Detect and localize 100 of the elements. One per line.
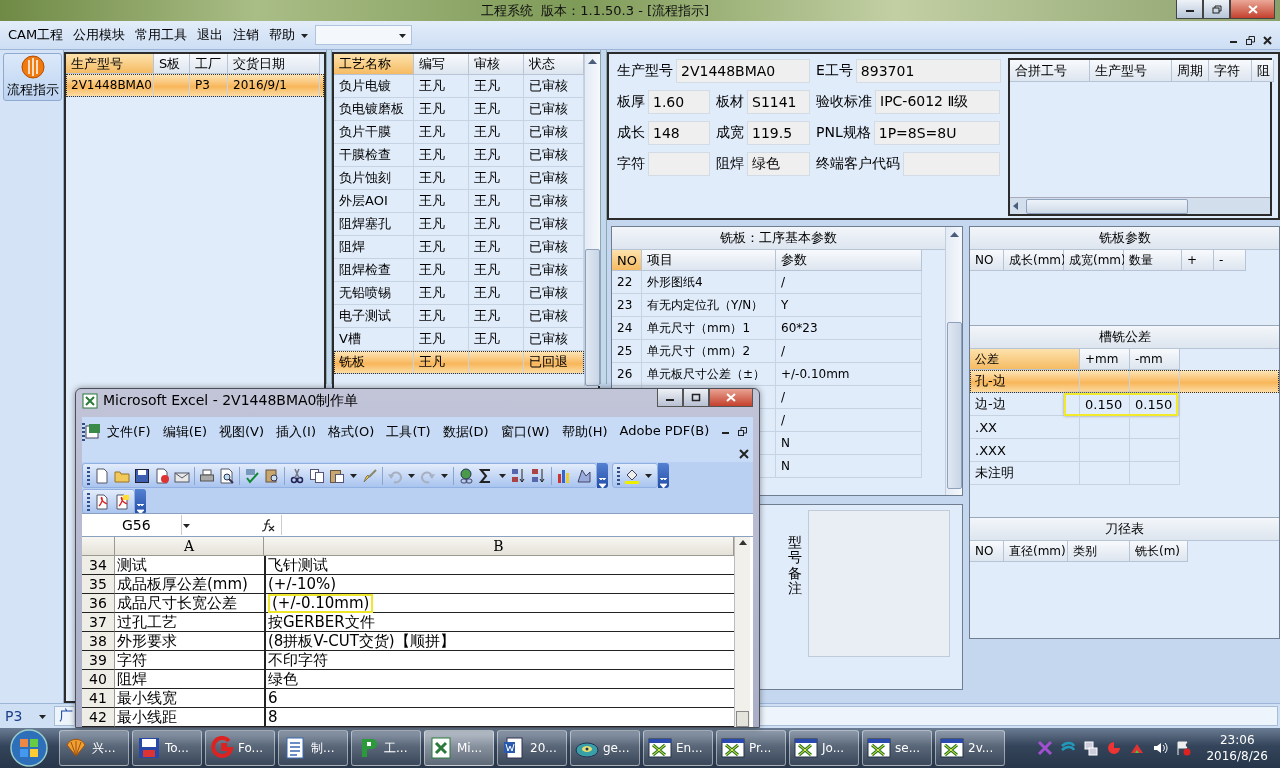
copy-icon[interactable] [309,467,325,484]
caret-icon[interactable] [644,472,653,480]
close-button[interactable] [709,389,753,407]
maximize-button[interactable] [683,389,709,407]
row-header[interactable]: 36 [82,594,115,613]
sort-descending-icon[interactable] [531,467,547,484]
table-row[interactable]: 外层AOI 王凡 王凡 已审核 [334,190,584,213]
remarks-field[interactable] [808,510,950,657]
caret-icon[interactable] [407,472,416,480]
paste-icon[interactable] [329,467,345,484]
table-row[interactable]: 孔-边 [970,370,1279,393]
toolbar-grip[interactable] [87,466,90,485]
taskbar-button[interactable]: 2v... [935,730,1005,766]
row-header[interactable]: 35 [82,575,115,594]
taskbar-button[interactable]: To... [132,730,202,766]
menu-item[interactable]: 帮助 [264,24,301,46]
app-icon[interactable] [1106,740,1123,756]
menu-caret-icon[interactable] [300,31,310,39]
column-header[interactable]: 阻 [1252,60,1274,82]
close-icon[interactable] [1263,36,1272,45]
table-row[interactable]: 无铅喷锡 王凡 王凡 已审核 [334,282,584,305]
column-header[interactable]: 铣长(m) [1130,541,1188,562]
clock-date[interactable]: 2016/8/26 [1206,748,1268,764]
toolbar-grip[interactable] [82,422,85,441]
taskbar-button[interactable]: Pr... [716,730,786,766]
taskbar-button[interactable]: se... [862,730,932,766]
text-field[interactable]: IPC-6012 Ⅱ级 [875,90,1000,114]
taskbar-button[interactable]: Jo... [789,730,859,766]
research-icon[interactable] [264,467,280,484]
text-field[interactable]: 148 [648,121,710,145]
column-header[interactable]: 生产型号 [66,54,154,74]
menu-item[interactable]: 工具(T) [380,422,437,441]
menu-item[interactable]: 插入(I) [270,422,322,441]
restore-icon[interactable] [738,426,747,436]
scrollbar[interactable] [1010,197,1270,214]
column-header[interactable]: 生产型号 [1090,60,1172,82]
text-field[interactable]: 1.60 [648,90,710,114]
toolbar-options-button[interactable] [135,489,146,515]
taskbar-button[interactable]: 20... [497,730,567,766]
menu-item[interactable]: 格式(O) [322,422,381,441]
column-header[interactable]: -mm [1130,349,1180,370]
menu-item[interactable]: CAM工程 [3,24,69,46]
sort-ascending-icon[interactable] [511,467,527,484]
taskbar-button[interactable]: ge... [570,730,640,766]
table-row[interactable]: 阻焊 王凡 王凡 已审核 [334,236,584,259]
table-row[interactable]: .XX [970,416,1279,439]
menu-item[interactable]: 注销 [228,24,265,46]
globe-link-icon[interactable] [458,467,474,484]
start-button[interactable] [8,729,50,767]
row-header[interactable]: 39 [82,651,115,670]
minimize-button[interactable] [657,389,683,407]
taskbar-button[interactable]: 工... [351,730,421,766]
taskbar-button[interactable]: Fo... [205,730,275,766]
row-header[interactable]: 42 [82,708,115,727]
minimize-button[interactable] [1176,0,1203,19]
table-row[interactable]: 负电镀磨板 王凡 王凡 已审核 [334,98,584,121]
caret-icon[interactable] [182,521,191,529]
column-header[interactable]: 工厂 [190,54,228,74]
table-row[interactable]: 未注明 [970,462,1279,485]
column-header[interactable]: 参数 [776,250,922,271]
column-header[interactable]: NO [970,250,1004,271]
menu-item[interactable]: 窗口(W) [494,422,556,441]
table-row[interactable]: 边-边 0.150 0.150 [970,393,1279,416]
column-header[interactable]: 审核 [469,54,524,75]
column-header[interactable]: B [264,537,734,556]
table-row[interactable]: 负片蚀刻 王凡 王凡 已审核 [334,167,584,190]
text-field[interactable]: 893701 [855,59,1001,83]
taskbar-button[interactable]: 兴... [59,730,129,766]
restore-button[interactable] [1203,0,1230,19]
column-header[interactable]: - [1214,250,1246,271]
text-field[interactable]: S1141 [747,90,810,114]
menu-item[interactable]: 常用工具 [130,24,193,46]
network-icon[interactable] [1083,740,1100,756]
menu-item[interactable]: 帮助(H) [555,422,614,441]
table-row[interactable]: 2V1448BMA0 P3 2016/9/1 [66,74,324,97]
column-header[interactable]: 交货日期 [228,54,320,74]
menu-item[interactable]: 退出 [192,24,229,46]
print-preview-icon[interactable] [219,467,235,484]
column-header[interactable]: 合拼工号 [1010,60,1090,82]
column-header[interactable]: NO [612,250,642,271]
caret-icon[interactable] [440,472,449,480]
column-header[interactable]: 类别 [1068,541,1130,562]
name-box[interactable]: G56 [82,515,182,536]
bar-chart-icon[interactable] [556,467,572,484]
scroll-thumb-icon[interactable] [736,711,749,727]
column-header[interactable]: + [1182,250,1214,271]
column-header[interactable]: S板 [154,54,190,74]
caret-icon[interactable] [498,472,507,480]
table-row[interactable]: 铣板 王凡 已回退 [334,351,584,374]
table-row[interactable]: 负片电镀 王凡 王凡 已审核 [334,75,584,98]
caret-icon[interactable] [349,472,358,480]
new-document-icon[interactable] [94,467,110,484]
menu-item[interactable]: Adobe PDF(B) [613,422,716,438]
text-field[interactable]: 绿色 [747,152,810,176]
toolbar-grip[interactable] [87,492,90,511]
spelling-icon[interactable] [244,467,260,484]
column-header[interactable]: 成宽(mm) [1064,250,1124,271]
close-icon[interactable] [739,448,749,459]
table-row[interactable]: .XXX [970,439,1279,462]
scrollbar[interactable] [945,227,962,495]
